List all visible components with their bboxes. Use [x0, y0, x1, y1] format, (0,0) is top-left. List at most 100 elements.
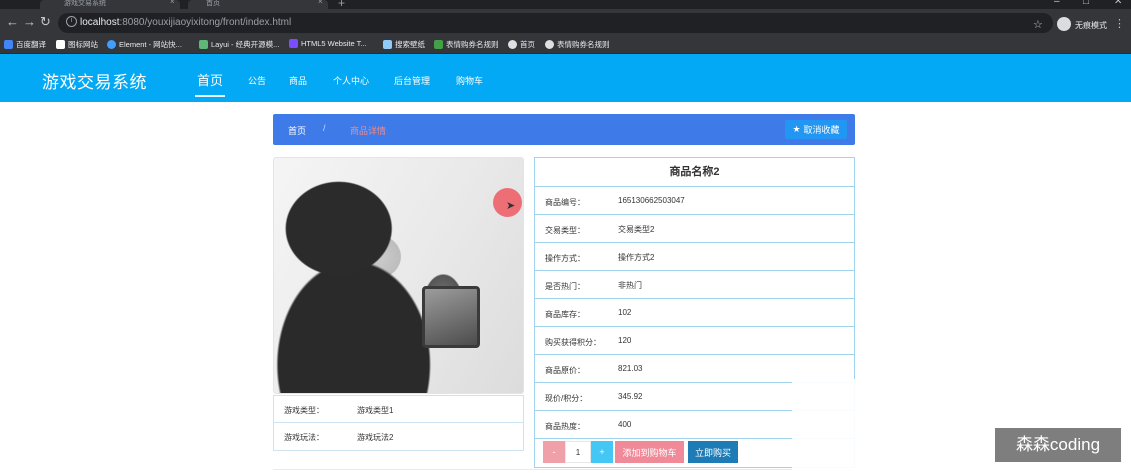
bookmark-item[interactable]: Element - 网站快... — [107, 39, 182, 50]
breadcrumb-current: 商品详情 — [350, 126, 387, 136]
bookmark-label: 百度翻译 — [16, 40, 46, 49]
breadcrumb-separator: / — [323, 123, 326, 133]
sheet-icon — [434, 40, 443, 49]
field-label: 商品热度： — [545, 422, 585, 431]
table-row: 游戏类型： 游戏类型1 — [273, 395, 524, 423]
nav-admin[interactable]: 后台管理 — [394, 74, 430, 87]
tab-title: 首页 — [206, 0, 220, 7]
close-icon[interactable]: × — [318, 0, 323, 6]
unfavorite-button[interactable]: ★ 取消收藏 — [785, 120, 847, 139]
product-title: 商品名称2 — [535, 158, 854, 187]
bookmark-item[interactable]: 表情购券名规则 — [434, 39, 499, 50]
field-label: 是否热门： — [545, 282, 585, 291]
bookmark-label: 首页 — [520, 40, 535, 49]
next-section-edge — [273, 469, 855, 473]
bookmark-item[interactable]: Layui - 经典开源模... — [199, 39, 279, 50]
wallpaper-icon — [383, 40, 392, 49]
add-to-cart-button[interactable]: 添加到购物车 — [615, 441, 684, 463]
field-value: 1651306625030​47 — [618, 196, 685, 205]
element-icon — [107, 40, 116, 49]
minimize-icon[interactable]: – — [1054, 0, 1060, 7]
browser-tab-1[interactable]: 游戏交易系统 × — [40, 0, 180, 9]
bookmark-label: Layui - 经典开源模... — [211, 40, 280, 49]
forward-icon[interactable]: → — [23, 14, 36, 30]
menu-icon[interactable]: ⋮ — [1114, 17, 1125, 30]
buy-now-button[interactable]: 立即购买 — [688, 441, 738, 463]
bookmark-label: 图标网站 — [68, 40, 98, 49]
omnibox[interactable]: i localhost:8080/youxijiaoyixitong/front… — [58, 13, 1053, 33]
url-path: :8080/youxijiaoyixitong/front/index.html — [119, 17, 292, 28]
field-value: 120 — [618, 336, 632, 345]
breadcrumb-home[interactable]: 首页 — [288, 124, 306, 137]
bookmarks-bar: 百度翻译 图标网站 Element - 网站快... Layui - 经典开源模… — [0, 36, 1131, 54]
attr-label: 游戏玩法： — [284, 433, 324, 442]
nav-products[interactable]: 商品 — [289, 74, 307, 87]
close-icon[interactable]: × — [170, 0, 175, 6]
bookmark-item[interactable]: 表情购券名规则 — [545, 39, 610, 50]
layui-icon — [199, 40, 208, 49]
bookmark-item[interactable]: 百度翻译 — [4, 39, 46, 50]
breadcrumb: 首页 / 商品详情 ★ 取消收藏 — [273, 114, 855, 145]
attr-value: 游戏类型1 — [357, 406, 394, 415]
field-value: 821.03 — [618, 364, 643, 373]
nav-notice[interactable]: 公告 — [248, 74, 266, 87]
video-watermark: 森森coding — [995, 428, 1121, 462]
profile-label[interactable]: 无痕模式 — [1075, 20, 1107, 31]
browser-tab-2[interactable]: 首页 × — [188, 0, 328, 9]
field-value: 非热门 — [618, 281, 642, 290]
browser-tabstrip: 游戏交易系统 × 首页 × + – □ ✕ — [0, 0, 1131, 10]
maximize-icon[interactable]: □ — [1083, 0, 1089, 7]
table-row: 商品库存： 102 — [535, 299, 854, 327]
globe-icon — [508, 40, 517, 49]
incognito-avatar-icon[interactable] — [1057, 17, 1071, 31]
bookmark-item[interactable]: 首页 — [508, 39, 535, 50]
field-label: 交易类型： — [545, 226, 585, 235]
field-value: 操作方式2 — [618, 253, 655, 262]
bookmark-star-icon[interactable]: ☆ — [1033, 18, 1043, 31]
bookmark-item[interactable]: 搜索壁纸 — [383, 39, 425, 50]
nav-home[interactable]: 首页 — [194, 70, 226, 97]
product-image[interactable] — [273, 157, 524, 394]
site-header: 游戏交易系统 首页 公告 商品 个人中心 后台管理 购物车 — [0, 54, 1131, 102]
url-text[interactable]: localhost:8080/youxijiaoyixitong/front/i… — [80, 17, 291, 28]
bookmark-label: 搜索壁纸 — [395, 40, 425, 49]
bookmark-item[interactable]: 图标网站 — [56, 39, 98, 50]
bookmark-label: 表情购券名规则 — [557, 40, 610, 49]
info-icon[interactable]: i — [66, 16, 77, 27]
flag-icon — [56, 40, 65, 49]
nav-cart[interactable]: 购物车 — [456, 74, 483, 87]
mouse-cursor-icon: ➤ — [506, 200, 516, 212]
table-row: 购买获得积分： 120 — [535, 327, 854, 355]
bookmark-label: HTML5 Website T... — [301, 39, 367, 48]
table-row: 是否热门： 非热门 — [535, 271, 854, 299]
field-label: 商品编号： — [545, 198, 585, 207]
table-row: 交易类型： 交易类型2 — [535, 215, 854, 243]
field-label: 操作方式： — [545, 254, 585, 263]
bookmark-item[interactable]: HTML5 Website T... — [289, 39, 367, 48]
back-icon[interactable]: ← — [6, 14, 19, 30]
table-row: 商品编号： 1651306625030​47 — [535, 187, 854, 215]
star-icon: ★ — [792, 124, 801, 134]
attr-value: 游戏玩法2 — [357, 433, 394, 442]
attr-label: 游戏类型： — [284, 406, 324, 415]
reload-icon[interactable]: ↻ — [40, 14, 51, 30]
url-host: localhost — [80, 17, 120, 28]
field-value: 400 — [618, 420, 632, 429]
bookmark-label: 表情购券名规则 — [446, 40, 499, 49]
unfavorite-label: 取消收藏 — [803, 125, 840, 135]
address-bar-row: ← → ↻ i localhost:8080/youxijiaoyixitong… — [0, 9, 1131, 36]
field-label: 现价/积分： — [545, 394, 588, 403]
field-value: 102 — [618, 308, 632, 317]
product-extra-table: 游戏类型： 游戏类型1 游戏玩法： 游戏玩法2 — [273, 395, 524, 451]
table-row: 游戏玩法： 游戏玩法2 — [273, 423, 524, 451]
quantity-increment-button[interactable]: + — [591, 441, 613, 463]
field-value: 交易类型2 — [618, 225, 655, 234]
nav-user-center[interactable]: 个人中心 — [333, 74, 369, 87]
photo-glass-detail — [422, 286, 480, 348]
close-window-icon[interactable]: ✕ — [1114, 0, 1122, 7]
field-label: 商品原价： — [545, 366, 585, 375]
quantity-decrement-button[interactable]: - — [543, 441, 565, 463]
html5-icon — [289, 39, 298, 48]
site-logo[interactable]: 游戏交易系统 — [42, 68, 147, 93]
quantity-input[interactable] — [565, 441, 591, 463]
